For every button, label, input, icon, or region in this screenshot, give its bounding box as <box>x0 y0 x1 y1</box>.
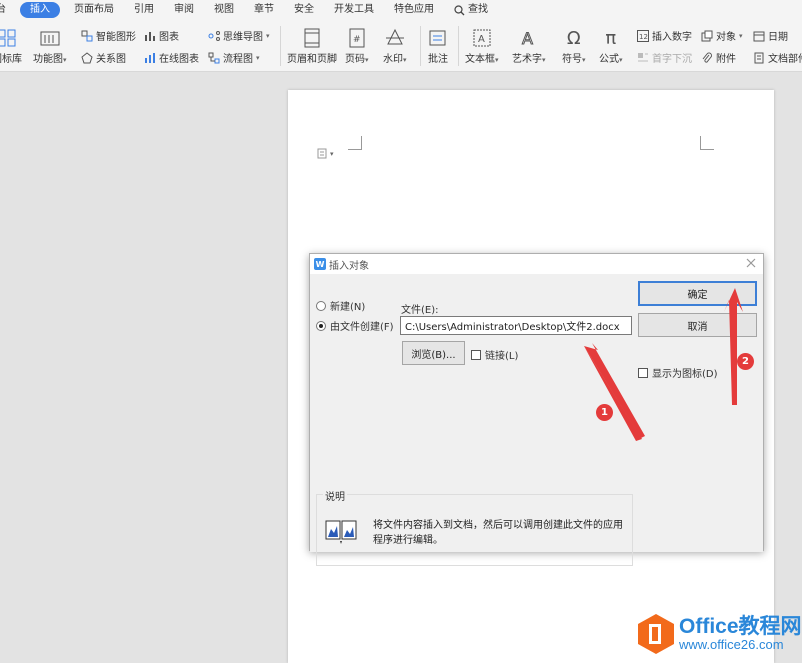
office-logo-icon <box>638 614 674 654</box>
annotation-arrow-2 <box>724 288 743 405</box>
watermark-title: Office教程网 <box>679 615 802 638</box>
annotation-badge-2: 2 <box>737 353 754 370</box>
annotation-arrow-1 <box>584 343 645 438</box>
watermark-url: www.office26.com <box>679 637 784 652</box>
annotation-badge-1: 1 <box>596 404 613 421</box>
watermark-brand: Office教程网 www.office26.com <box>636 612 802 656</box>
annotation-arrow-1-shaft <box>584 346 642 441</box>
annotation-arrows <box>584 288 743 441</box>
